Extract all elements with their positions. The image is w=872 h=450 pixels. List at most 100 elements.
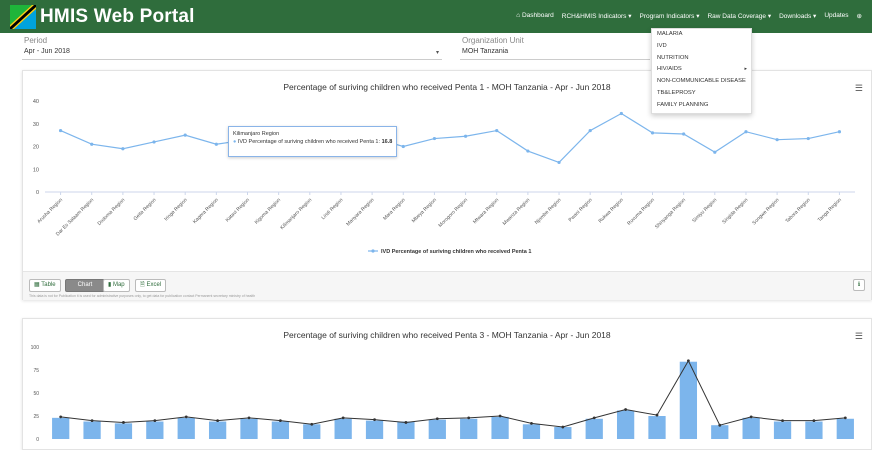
chart1-data-point xyxy=(619,111,623,116)
chart1-data-point xyxy=(463,134,468,138)
chart2-bar xyxy=(208,421,227,439)
period-caret-icon[interactable]: ▾ xyxy=(436,49,439,56)
chart2-trend-point xyxy=(373,418,376,422)
excel-button[interactable]: 🗎 Excel xyxy=(135,279,167,292)
chart1-data-point xyxy=(837,130,842,134)
chart2-bar xyxy=(805,421,823,439)
chart1-x-tick-label: Dodoma Region xyxy=(97,197,127,227)
chart2-y-tick-label: 50 xyxy=(33,391,39,397)
chart2-bar xyxy=(522,424,541,439)
tooltip-value-line: ● IVD Percentage of suriving children wh… xyxy=(233,139,393,145)
chart1-data-point xyxy=(432,136,437,141)
chart1-x-tick-label: Ruvuma Region xyxy=(626,197,656,227)
nav-downloads[interactable]: Downloads ▾ xyxy=(779,12,816,20)
chart1-data-point xyxy=(775,138,779,142)
chart1-y-tick-label: 20 xyxy=(33,145,39,151)
chart1-data-point xyxy=(806,136,810,141)
chart2-y-tick-label: 0 xyxy=(36,437,39,443)
chart1-x-tick-label: Rukwa Region xyxy=(598,197,625,224)
info-icon[interactable]: ℹ xyxy=(853,279,865,291)
chart1-legend-label: IVD Percentage of suriving children who … xyxy=(381,249,531,255)
chart1-x-tick-label: Mtwara Region xyxy=(472,197,500,225)
chart2-bar xyxy=(648,416,666,439)
chart2-trend-point xyxy=(812,419,816,422)
program-indicators-dropdown: MALARIA IVD NUTRITION HIV/AIDS NON-COMMU… xyxy=(651,28,752,114)
nav-extra-icon[interactable]: ⊕ xyxy=(857,12,862,20)
chart1-y-tick-label: 10 xyxy=(33,167,39,173)
main-nav: ⌂ Dashboard RCH&HMIS Indicators ▾ Progra… xyxy=(516,12,862,20)
menu-item-family-planning[interactable]: FAMILY PLANNING xyxy=(652,100,751,112)
chart1-x-tick-label: Singida Region xyxy=(721,197,749,225)
chart2-bar xyxy=(616,410,635,439)
chart2-trend-point xyxy=(90,419,94,422)
chart1-x-tick-label: Mwanza Region xyxy=(502,197,532,227)
menu-item-nutrition[interactable]: NUTRITION xyxy=(652,53,751,65)
org-unit-label: Organization Unit xyxy=(462,36,524,45)
period-select[interactable]: Apr - Jun 2018 xyxy=(24,48,70,55)
chart1-toolbar: ▦ Table Chart ▮ Map 🗎 Excel This data is… xyxy=(23,271,871,300)
menu-item-ivd[interactable]: IVD xyxy=(652,41,751,53)
chart2-trend-point xyxy=(843,416,847,420)
chart1-y-tick-label: 30 xyxy=(33,122,39,128)
chart2-bar xyxy=(491,416,509,439)
chart2-trend-point xyxy=(122,421,125,424)
menu-item-hiv-aids[interactable]: HIV/AIDS xyxy=(652,64,751,76)
menu-item-tb-leprosy[interactable]: TB&LEPROSY xyxy=(652,88,751,100)
chart1-x-tick-label: Mara Region xyxy=(382,197,407,222)
map-button[interactable]: ▮ Map xyxy=(103,279,130,292)
chart2-bar xyxy=(177,417,195,439)
nav-updates[interactable]: Updates xyxy=(824,12,848,20)
chart1-x-tick-label: Mbeya Region xyxy=(411,197,438,224)
chart2-trend-point xyxy=(404,421,408,424)
chart2-y-tick-label: 100 xyxy=(31,345,40,351)
chart1-data-point xyxy=(214,142,218,146)
chart1-x-tick-label: Geita Region xyxy=(133,197,158,222)
chart2-trend-point xyxy=(59,415,63,419)
publication-note: This data is not for Publication it is u… xyxy=(29,294,256,298)
period-label: Period xyxy=(24,36,48,45)
chart1-data-point xyxy=(401,144,405,149)
penta3-chart-card: Percentage of suriving children who rece… xyxy=(22,318,872,450)
nav-rch-hmis-indicators[interactable]: RCH&HMIS Indicators ▾ xyxy=(562,12,632,20)
chart1-series-line xyxy=(60,112,840,164)
nav-dashboard[interactable]: ⌂ Dashboard xyxy=(516,12,554,20)
chart2-trend-line xyxy=(60,359,846,428)
portal-title[interactable]: HMIS Web Portal xyxy=(40,6,195,28)
chart2-trend-point xyxy=(216,419,220,422)
chart1-y-tick-label: 0 xyxy=(36,190,39,196)
chart2-trend-point xyxy=(718,423,722,427)
chart1-x-tick-label: Kilimanjaro Region xyxy=(279,197,313,231)
chart2-trend-point xyxy=(247,416,251,420)
chart2-trend-point xyxy=(655,413,659,417)
chart2-trend-point xyxy=(686,359,690,363)
chart1-x-tick-label: Lindi Region xyxy=(320,197,344,221)
chart1-x-tick-label: Simiyu Region xyxy=(691,197,718,224)
chart2-y-tick-label: 25 xyxy=(33,414,39,420)
chart-button[interactable]: Chart xyxy=(65,279,105,292)
chart2-trend-point xyxy=(153,419,157,422)
chart1-x-tick-label: Kigoma Region xyxy=(254,197,283,226)
chart2-trend-point xyxy=(624,408,628,411)
org-unit-select[interactable]: MOH Tanzania xyxy=(462,48,508,55)
chart2-bar xyxy=(52,417,70,439)
nav-raw-data-coverage[interactable]: Raw Data Coverage ▾ xyxy=(707,12,771,20)
chart1-x-tick-label: Manyara Region xyxy=(345,197,375,227)
chart1-x-tick-label: Tanga Region xyxy=(817,197,843,223)
chart2-trend-point xyxy=(341,416,345,420)
nav-program-indicators[interactable]: Program Indicators ▾ xyxy=(640,12,700,20)
menu-item-malaria[interactable]: MALARIA xyxy=(652,29,751,41)
chart2-bar xyxy=(114,423,133,439)
chart2-trend-point xyxy=(781,419,784,422)
chart2-bar xyxy=(240,418,258,439)
org-unit-underline xyxy=(460,59,650,60)
chart1-data-point xyxy=(526,149,530,153)
chart2-bar xyxy=(773,421,792,439)
menu-item-ncd[interactable]: NON-COMMUNICABLE DISEASE xyxy=(652,76,751,88)
chart1-tooltip: Kilimanjaro Region ● IVD Percentage of s… xyxy=(228,126,397,157)
tanzania-flag-icon xyxy=(10,5,36,29)
table-button[interactable]: ▦ Table xyxy=(29,279,61,292)
chart1-y-tick-label: 40 xyxy=(33,99,39,105)
chart1-x-tick-label: Arusha Region xyxy=(36,197,64,225)
chart1-data-point xyxy=(588,128,592,133)
chart2-trend-point xyxy=(592,416,596,420)
